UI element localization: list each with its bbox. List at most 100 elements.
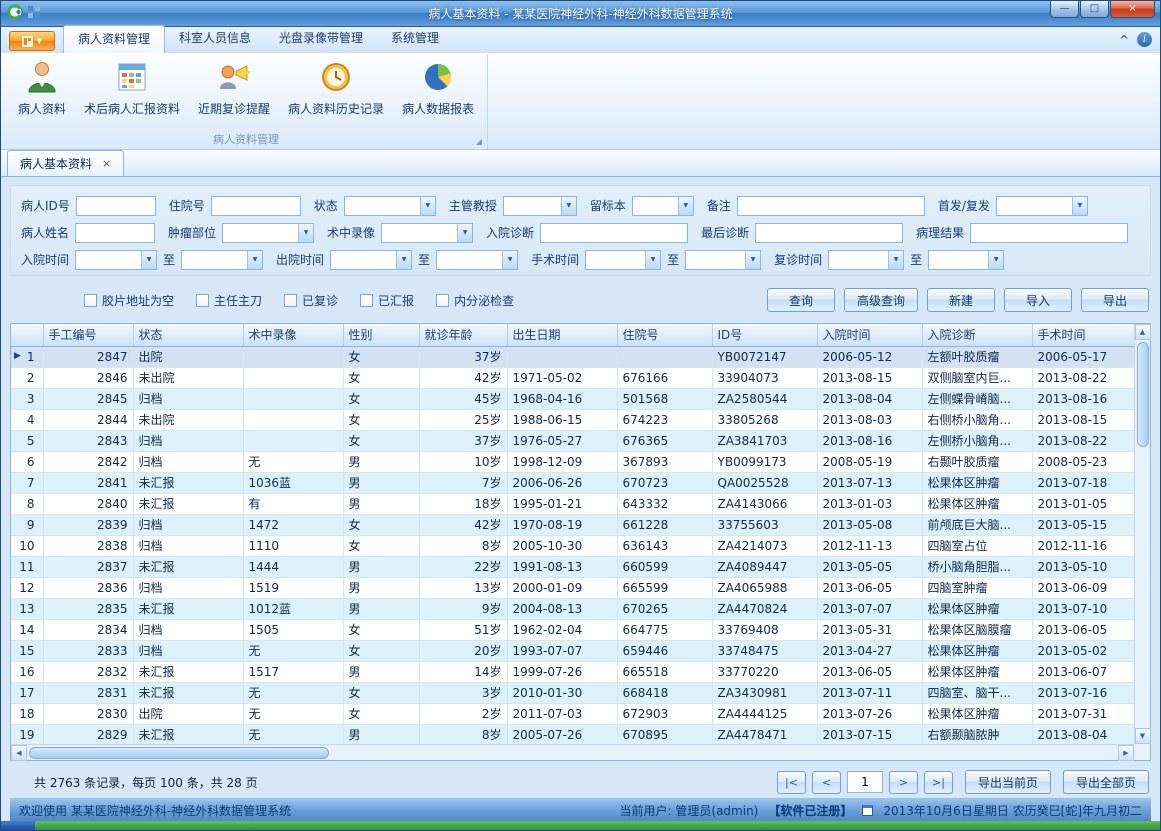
patient-name-input-box[interactable] <box>76 224 154 242</box>
checkbox-film-address-empty[interactable]: 胶片地址为空 <box>84 292 174 309</box>
surgery-date-range-input-box[interactable] <box>686 251 745 269</box>
indicator-column-header[interactable] <box>11 324 43 346</box>
ribbon-tab-disc-tape-management[interactable]: 光盘录像带管理 <box>265 25 377 53</box>
tab-patient-basic-info[interactable]: 病人基本资料 × <box>7 150 124 176</box>
ribbon-tab-patient-management[interactable]: 病人资料管理 <box>63 25 165 53</box>
table-row[interactable]: 172831未汇报无女3岁2010-01-30668418ZA343098120… <box>11 682 1134 703</box>
export-current-page-button[interactable]: 导出当前页 <box>965 770 1051 794</box>
table-row[interactable]: 22846未出院女42岁1971-05-02676166339040732013… <box>11 367 1134 388</box>
column-header[interactable]: 入院诊断 <box>922 324 1032 346</box>
admission-date-range-input-box[interactable] <box>76 251 141 269</box>
table-row[interactable]: 32845归档女45岁1968-04-16501568ZA25805442013… <box>11 388 1134 409</box>
column-header[interactable]: 就诊年龄 <box>419 324 507 346</box>
table-row[interactable]: 102838归档1110女8岁2005-10-30636143ZA4214073… <box>11 535 1134 556</box>
dropdown-arrow-icon[interactable]: ▼ <box>457 224 472 242</box>
scroll-left-icon[interactable]: ◀ <box>11 745 27 761</box>
vertical-scroll-thumb[interactable] <box>1137 342 1149 447</box>
patient-id-input[interactable] <box>76 196 156 216</box>
remark-input-box[interactable] <box>738 197 924 215</box>
admission-number-input[interactable] <box>211 196 301 216</box>
horizontal-scrollbar[interactable]: ◀ ▶ <box>11 744 1134 760</box>
dropdown-arrow-icon[interactable]: ▼ <box>396 251 411 269</box>
status-input-box[interactable] <box>345 197 420 215</box>
pathology-result-input-box[interactable] <box>971 224 1127 242</box>
query-button[interactable]: 查询 <box>767 288 835 312</box>
first-recurrence-input-box[interactable] <box>997 197 1072 215</box>
table-row[interactable]: 142834归档1505女51岁1962-02-0466477533769408… <box>11 619 1134 640</box>
scroll-up-icon[interactable]: ▲ <box>1135 324 1151 340</box>
scroll-right-icon[interactable]: ▶ <box>1118 745 1134 761</box>
minimize-button[interactable]: — <box>1050 1 1079 18</box>
tumor-site-input-box[interactable] <box>223 224 298 242</box>
admission-number-input-box[interactable] <box>212 197 300 215</box>
status-select[interactable]: ▼ <box>344 196 436 216</box>
column-header[interactable]: ID号 <box>712 324 817 346</box>
professor-input-box[interactable] <box>504 197 561 215</box>
checkbox-revisited[interactable]: 已复诊 <box>284 292 338 309</box>
column-header[interactable]: 术中录像 <box>243 324 343 346</box>
table-row[interactable]: 62842归档无男10岁1998-12-09367893YB0099173200… <box>11 451 1134 472</box>
discharge-date-range-input-box[interactable] <box>437 251 502 269</box>
ribbon-tab-staff-info[interactable]: 科室人员信息 <box>165 25 265 53</box>
collapse-ribbon-icon[interactable]: ^ <box>1119 33 1129 47</box>
help-icon[interactable]: i <box>1137 32 1152 47</box>
revisit-date-range-input-box[interactable] <box>929 251 988 269</box>
dropdown-arrow-icon[interactable]: ▼ <box>745 251 760 269</box>
column-header[interactable]: 住院号 <box>617 324 712 346</box>
tumor-site-select[interactable]: ▼ <box>222 223 314 243</box>
table-row[interactable]: 72841未汇报1036蓝男7岁2006-06-26670723QA002552… <box>11 472 1134 493</box>
dialog-launcher-icon[interactable]: ◢ <box>476 137 482 146</box>
horizontal-scroll-thumb[interactable] <box>29 747 329 759</box>
checkbox-chief-surgeon[interactable]: 主任主刀 <box>196 292 262 309</box>
postop-report-button[interactable]: 术后病人汇报资料 <box>75 55 189 131</box>
reported-checkbox-box[interactable] <box>360 294 373 307</box>
pathology-result-input[interactable] <box>970 223 1128 243</box>
export-button[interactable]: 导出 <box>1081 288 1149 312</box>
dropdown-arrow-icon[interactable]: ▼ <box>247 251 262 269</box>
table-row[interactable]: 1▶2847出院女37岁YB00721472006-05-12左额叶胶质瘤200… <box>11 346 1134 367</box>
table-row[interactable]: 112837未汇报1444男22岁1991-08-13660599ZA40894… <box>11 556 1134 577</box>
vertical-scrollbar[interactable]: ▲ ▼ <box>1134 324 1150 744</box>
first-recurrence-select[interactable]: ▼ <box>996 196 1088 216</box>
admission-date-range-input-box[interactable] <box>182 251 247 269</box>
table-row[interactable]: 192829未汇报无男8岁2005-07-26670895ZA447847120… <box>11 724 1134 745</box>
data-report-button[interactable]: 病人数据报表 <box>393 55 483 131</box>
table-row[interactable]: 52843归档女37岁1976-05-27676365ZA38417032013… <box>11 430 1134 451</box>
specimen-input-box[interactable] <box>633 197 678 215</box>
patient-info-button[interactable]: 病人资料 <box>9 55 75 131</box>
discharge-date-range-select[interactable]: ▼ <box>330 250 412 270</box>
patient-id-input-box[interactable] <box>77 197 155 215</box>
table-row[interactable]: 42844未出院女25岁1988-06-15674223338052682013… <box>11 409 1134 430</box>
table-row[interactable]: 132835未汇报1012蓝男9岁2004-08-13670265ZA44708… <box>11 598 1134 619</box>
professor-select[interactable]: ▼ <box>503 196 577 216</box>
dropdown-arrow-icon[interactable]: ▼ <box>988 251 1003 269</box>
checkbox-endocrine-exam[interactable]: 内分泌检查 <box>436 292 514 309</box>
admission-diagnosis-input-box[interactable] <box>541 224 687 242</box>
dropdown-arrow-icon[interactable]: ▼ <box>298 224 313 242</box>
surgery-video-select[interactable]: ▼ <box>381 223 473 243</box>
dropdown-arrow-icon[interactable]: ▼ <box>888 251 903 269</box>
dropdown-arrow-icon[interactable]: ▼ <box>1072 197 1087 215</box>
table-row[interactable]: 122836归档1519男13岁2000-01-09665599ZA406598… <box>11 577 1134 598</box>
table-row[interactable]: 162832未汇报1517男14岁1999-07-266655183377022… <box>11 661 1134 682</box>
revisited-checkbox-box[interactable] <box>284 294 297 307</box>
remark-input[interactable] <box>737 196 925 216</box>
column-header[interactable]: 性别 <box>343 324 419 346</box>
surgery-video-input-box[interactable] <box>382 224 457 242</box>
table-row[interactable]: 182830出院无女2岁2011-07-03672903ZA4444125201… <box>11 703 1134 724</box>
last-page-button[interactable]: >| <box>924 771 953 794</box>
final-diagnosis-input-box[interactable] <box>756 224 902 242</box>
film-address-empty-checkbox-box[interactable] <box>84 294 97 307</box>
dropdown-arrow-icon[interactable]: ▼ <box>678 197 693 215</box>
new-button[interactable]: 新建 <box>927 288 995 312</box>
column-header[interactable]: 状态 <box>133 324 243 346</box>
surgery-date-range-select[interactable]: ▼ <box>685 250 761 270</box>
revisit-date-range-select[interactable]: ▼ <box>828 250 904 270</box>
advanced-query-button[interactable]: 高级查询 <box>844 288 918 312</box>
column-header[interactable]: 手术时间 <box>1032 324 1134 346</box>
next-page-button[interactable]: > <box>889 771 918 794</box>
close-button[interactable]: × <box>1110 1 1155 18</box>
revisit-date-range-select[interactable]: ▼ <box>928 250 1004 270</box>
column-header[interactable]: 手工编号 <box>43 324 133 346</box>
patient-name-input[interactable] <box>75 223 155 243</box>
